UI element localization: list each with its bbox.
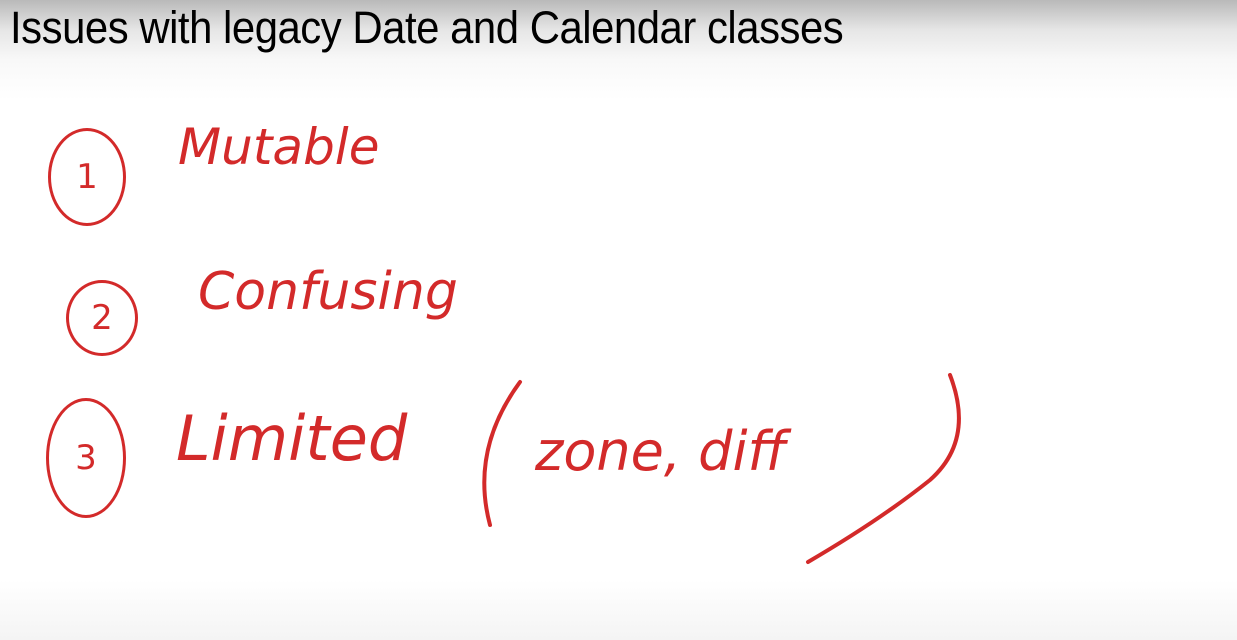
- handwritten-parentheses: [482, 373, 961, 564]
- item-limited-detail: zone, diff: [535, 420, 787, 483]
